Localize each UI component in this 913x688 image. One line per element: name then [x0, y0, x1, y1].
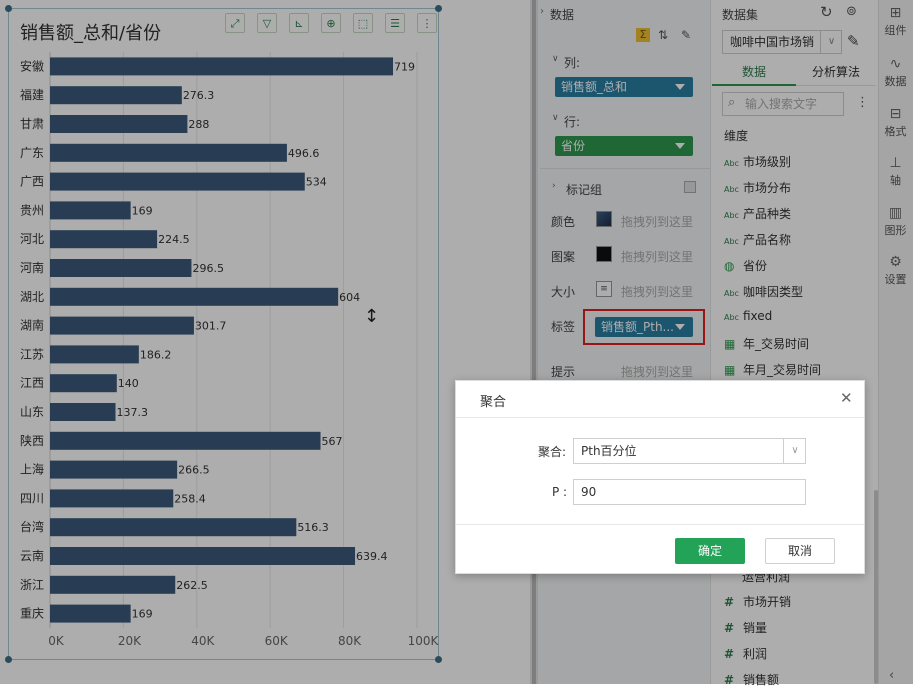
dialog-header — [456, 381, 864, 418]
p-value: 90 — [581, 485, 597, 499]
dialog-title: 聚合 — [480, 395, 507, 410]
modal-overlay[interactable] — [0, 0, 913, 684]
p-label: P : — [552, 485, 568, 499]
dialog-footer-divider — [456, 524, 864, 525]
agg-label: 聚合: — [538, 445, 567, 459]
aggregate-dialog: 聚合 ✕ 聚合: Pth百分位 ∨ P : 90 确定 取消 — [455, 380, 865, 574]
confirm-button[interactable]: 确定 — [675, 538, 745, 564]
agg-dropdown-icon[interactable]: ∨ — [783, 439, 806, 463]
cancel-button[interactable]: 取消 — [765, 538, 835, 564]
agg-select[interactable]: Pth百分位 — [573, 438, 806, 464]
agg-value: Pth百分位 — [581, 444, 637, 458]
close-icon[interactable]: ✕ — [840, 389, 853, 407]
p-input[interactable]: 90 — [573, 479, 806, 505]
